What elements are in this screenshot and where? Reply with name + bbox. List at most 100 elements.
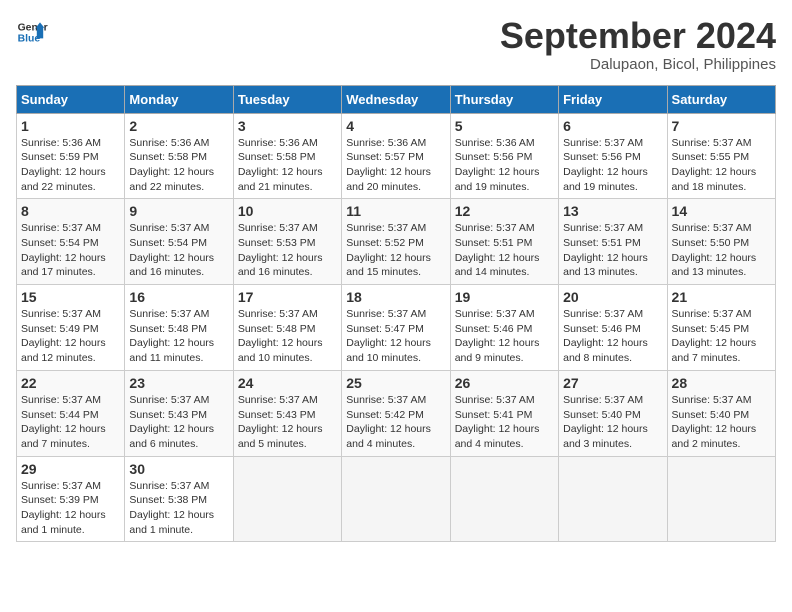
sunset-label: Sunset: 5:45 PM [672, 323, 750, 335]
sunrise-label: Sunrise: 5:37 AM [563, 308, 643, 320]
sunset-label: Sunset: 5:47 PM [346, 323, 424, 335]
day-cell-3: 3 Sunrise: 5:36 AM Sunset: 5:58 PM Dayli… [233, 113, 341, 199]
daylight-label: Daylight: 12 hours and 19 minutes. [563, 166, 648, 193]
sunset-label: Sunset: 5:38 PM [129, 494, 207, 506]
daylight-label: Daylight: 12 hours and 8 minutes. [563, 337, 648, 364]
sunrise-label: Sunrise: 5:37 AM [672, 308, 752, 320]
sunrise-label: Sunrise: 5:37 AM [21, 480, 101, 492]
sunrise-label: Sunrise: 5:37 AM [129, 308, 209, 320]
daylight-label: Daylight: 12 hours and 1 minute. [21, 509, 106, 536]
daylight-label: Daylight: 12 hours and 10 minutes. [238, 337, 323, 364]
sunset-label: Sunset: 5:46 PM [563, 323, 641, 335]
day-cell-16: 16 Sunrise: 5:37 AM Sunset: 5:48 PM Dayl… [125, 285, 233, 371]
day-detail: Sunrise: 5:37 AM Sunset: 5:44 PM Dayligh… [21, 393, 120, 452]
sunset-label: Sunset: 5:44 PM [21, 409, 99, 421]
day-cell-1: 1 Sunrise: 5:36 AM Sunset: 5:59 PM Dayli… [17, 113, 125, 199]
day-cell-11: 11 Sunrise: 5:37 AM Sunset: 5:52 PM Dayl… [342, 199, 450, 285]
day-cell-19: 19 Sunrise: 5:37 AM Sunset: 5:46 PM Dayl… [450, 285, 558, 371]
day-cell-15: 15 Sunrise: 5:37 AM Sunset: 5:49 PM Dayl… [17, 285, 125, 371]
day-number: 10 [238, 203, 337, 219]
day-number: 17 [238, 289, 337, 305]
day-detail: Sunrise: 5:37 AM Sunset: 5:41 PM Dayligh… [455, 393, 554, 452]
day-detail: Sunrise: 5:37 AM Sunset: 5:42 PM Dayligh… [346, 393, 445, 452]
day-cell-24: 24 Sunrise: 5:37 AM Sunset: 5:43 PM Dayl… [233, 370, 341, 456]
calendar-table: SundayMondayTuesdayWednesdayThursdayFrid… [16, 85, 776, 543]
sunrise-label: Sunrise: 5:37 AM [21, 394, 101, 406]
daylight-label: Daylight: 12 hours and 13 minutes. [563, 252, 648, 279]
sunset-label: Sunset: 5:48 PM [129, 323, 207, 335]
daylight-label: Daylight: 12 hours and 18 minutes. [672, 166, 757, 193]
day-detail: Sunrise: 5:37 AM Sunset: 5:54 PM Dayligh… [21, 221, 120, 280]
day-cell-7: 7 Sunrise: 5:37 AM Sunset: 5:55 PM Dayli… [667, 113, 775, 199]
sunrise-label: Sunrise: 5:37 AM [346, 394, 426, 406]
sunset-label: Sunset: 5:49 PM [21, 323, 99, 335]
empty-cell [450, 456, 558, 542]
col-header-saturday: Saturday [667, 85, 775, 113]
day-detail: Sunrise: 5:37 AM Sunset: 5:48 PM Dayligh… [238, 307, 337, 366]
day-detail: Sunrise: 5:37 AM Sunset: 5:53 PM Dayligh… [238, 221, 337, 280]
sunrise-label: Sunrise: 5:37 AM [563, 222, 643, 234]
day-detail: Sunrise: 5:37 AM Sunset: 5:40 PM Dayligh… [672, 393, 771, 452]
daylight-label: Daylight: 12 hours and 21 minutes. [238, 166, 323, 193]
day-detail: Sunrise: 5:37 AM Sunset: 5:40 PM Dayligh… [563, 393, 662, 452]
day-number: 3 [238, 118, 337, 134]
day-number: 12 [455, 203, 554, 219]
day-number: 5 [455, 118, 554, 134]
day-cell-5: 5 Sunrise: 5:36 AM Sunset: 5:56 PM Dayli… [450, 113, 558, 199]
sunrise-label: Sunrise: 5:37 AM [455, 394, 535, 406]
day-cell-30: 30 Sunrise: 5:37 AM Sunset: 5:38 PM Dayl… [125, 456, 233, 542]
day-number: 30 [129, 461, 228, 477]
col-header-tuesday: Tuesday [233, 85, 341, 113]
empty-cell [233, 456, 341, 542]
sunset-label: Sunset: 5:48 PM [238, 323, 316, 335]
location-subtitle: Dalupaon, Bicol, Philippines [500, 56, 776, 73]
col-header-wednesday: Wednesday [342, 85, 450, 113]
sunset-label: Sunset: 5:41 PM [455, 409, 533, 421]
daylight-label: Daylight: 12 hours and 3 minutes. [563, 423, 648, 450]
sunset-label: Sunset: 5:54 PM [129, 237, 207, 249]
day-number: 8 [21, 203, 120, 219]
day-detail: Sunrise: 5:37 AM Sunset: 5:51 PM Dayligh… [455, 221, 554, 280]
day-cell-28: 28 Sunrise: 5:37 AM Sunset: 5:40 PM Dayl… [667, 370, 775, 456]
col-header-thursday: Thursday [450, 85, 558, 113]
day-detail: Sunrise: 5:36 AM Sunset: 5:56 PM Dayligh… [455, 136, 554, 195]
sunrise-label: Sunrise: 5:37 AM [672, 222, 752, 234]
daylight-label: Daylight: 12 hours and 4 minutes. [346, 423, 431, 450]
day-cell-27: 27 Sunrise: 5:37 AM Sunset: 5:40 PM Dayl… [559, 370, 667, 456]
daylight-label: Daylight: 12 hours and 14 minutes. [455, 252, 540, 279]
day-cell-29: 29 Sunrise: 5:37 AM Sunset: 5:39 PM Dayl… [17, 456, 125, 542]
day-number: 2 [129, 118, 228, 134]
day-detail: Sunrise: 5:37 AM Sunset: 5:38 PM Dayligh… [129, 479, 228, 538]
day-number: 9 [129, 203, 228, 219]
sunrise-label: Sunrise: 5:36 AM [129, 137, 209, 149]
daylight-label: Daylight: 12 hours and 20 minutes. [346, 166, 431, 193]
sunrise-label: Sunrise: 5:37 AM [563, 394, 643, 406]
sunset-label: Sunset: 5:58 PM [129, 151, 207, 163]
sunrise-label: Sunrise: 5:37 AM [346, 222, 426, 234]
week-row-5: 29 Sunrise: 5:37 AM Sunset: 5:39 PM Dayl… [17, 456, 776, 542]
day-detail: Sunrise: 5:36 AM Sunset: 5:58 PM Dayligh… [129, 136, 228, 195]
day-detail: Sunrise: 5:37 AM Sunset: 5:46 PM Dayligh… [563, 307, 662, 366]
day-number: 20 [563, 289, 662, 305]
sunrise-label: Sunrise: 5:37 AM [672, 394, 752, 406]
day-cell-17: 17 Sunrise: 5:37 AM Sunset: 5:48 PM Dayl… [233, 285, 341, 371]
day-cell-22: 22 Sunrise: 5:37 AM Sunset: 5:44 PM Dayl… [17, 370, 125, 456]
sunset-label: Sunset: 5:55 PM [672, 151, 750, 163]
day-detail: Sunrise: 5:37 AM Sunset: 5:50 PM Dayligh… [672, 221, 771, 280]
week-row-1: 1 Sunrise: 5:36 AM Sunset: 5:59 PM Dayli… [17, 113, 776, 199]
day-number: 15 [21, 289, 120, 305]
sunrise-label: Sunrise: 5:37 AM [455, 308, 535, 320]
day-cell-12: 12 Sunrise: 5:37 AM Sunset: 5:51 PM Dayl… [450, 199, 558, 285]
day-number: 22 [21, 375, 120, 391]
day-number: 24 [238, 375, 337, 391]
daylight-label: Daylight: 12 hours and 19 minutes. [455, 166, 540, 193]
sunset-label: Sunset: 5:57 PM [346, 151, 424, 163]
daylight-label: Daylight: 12 hours and 9 minutes. [455, 337, 540, 364]
sunrise-label: Sunrise: 5:36 AM [238, 137, 318, 149]
day-detail: Sunrise: 5:37 AM Sunset: 5:47 PM Dayligh… [346, 307, 445, 366]
daylight-label: Daylight: 12 hours and 6 minutes. [129, 423, 214, 450]
sunset-label: Sunset: 5:43 PM [129, 409, 207, 421]
sunrise-label: Sunrise: 5:37 AM [238, 222, 318, 234]
month-title: September 2024 [500, 16, 776, 56]
day-number: 4 [346, 118, 445, 134]
